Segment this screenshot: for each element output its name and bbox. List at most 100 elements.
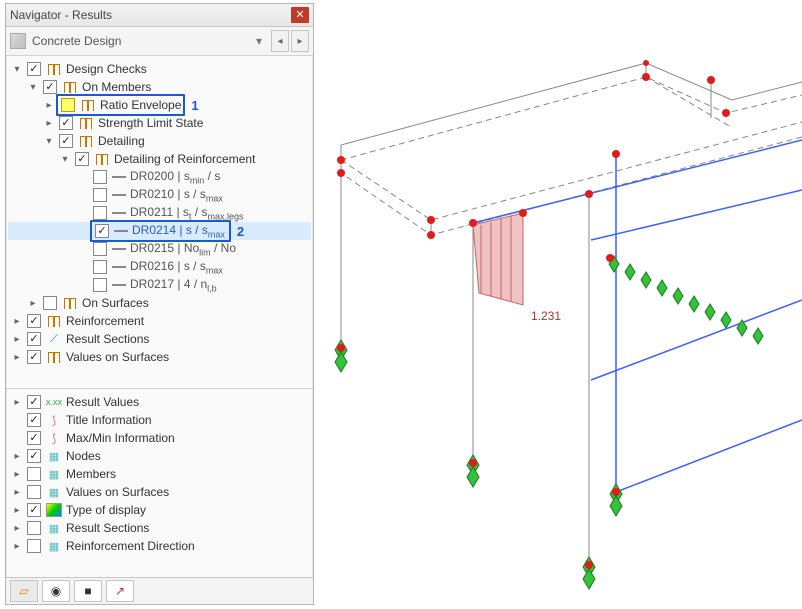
tree-node-design-checks[interactable]: ▾ Design Checks [8, 60, 311, 78]
tree-node-type-of-display[interactable]: ▸ Type of display [8, 501, 311, 519]
tree-node-dr0217[interactable]: DR0217 | 4 / nl,b [8, 276, 311, 294]
checkbox[interactable] [93, 260, 107, 274]
checkbox[interactable] [43, 80, 57, 94]
navigator-panel: Navigator - Results ✕ Concrete Design ▾ … [5, 3, 314, 605]
twisty-icon[interactable]: ▸ [42, 98, 56, 112]
tree-node-values-on-surfaces[interactable]: ▸ Values on Surfaces [8, 348, 311, 366]
frame-icon [78, 116, 94, 130]
arc-icon: ⟆ [46, 431, 62, 445]
checkbox[interactable] [27, 485, 41, 499]
tree-label: Nodes [64, 449, 101, 463]
twisty-icon[interactable]: ▸ [10, 314, 24, 328]
checkbox[interactable] [27, 521, 41, 535]
twisty-icon[interactable]: ▾ [58, 152, 72, 166]
checkbox[interactable] [59, 134, 73, 148]
close-button[interactable]: ✕ [291, 7, 309, 23]
checkbox[interactable] [27, 503, 41, 517]
model-viewport[interactable]: 1.231 [316, 0, 802, 609]
twisty-icon[interactable]: ▸ [10, 449, 24, 463]
checkbox[interactable] [27, 449, 41, 463]
result-value-label: 1.231 [531, 309, 561, 323]
frame-icon [46, 314, 62, 328]
tree-node-dr0216[interactable]: DR0216 | s / smax [8, 258, 311, 276]
frame-icon [46, 62, 62, 76]
tree-node-nodes[interactable]: ▸ ▦ Nodes [8, 447, 311, 465]
tree-node-on-surfaces[interactable]: ▸ On Surfaces [8, 294, 311, 312]
close-icon: ✕ [295, 10, 304, 21]
tree-node-result-sections2[interactable]: ▸ ▦ Result Sections [8, 519, 311, 537]
frame-icon [62, 296, 78, 310]
twisty-icon[interactable]: ▾ [42, 134, 56, 148]
twisty-icon[interactable]: ▾ [10, 62, 24, 76]
checkbox[interactable] [95, 224, 109, 238]
view-mode-button-3[interactable]: ■ [74, 580, 102, 602]
twisty-icon[interactable]: ▸ [10, 503, 24, 517]
next-design-button[interactable]: ▸ [291, 30, 309, 52]
tree-node-maxmin-information[interactable]: ⟆ Max/Min Information [8, 429, 311, 447]
tree-node-dr0210[interactable]: DR0210 | s / smax [8, 186, 311, 204]
tree-label: Strength Limit State [96, 116, 203, 130]
highlight-box-1: Ratio Envelope [56, 94, 185, 116]
twisty-icon[interactable]: ▸ [10, 332, 24, 346]
view-mode-button-2[interactable]: ◉ [42, 580, 70, 602]
view-mode-button-4[interactable]: ↗ [106, 580, 134, 602]
tree-node-title-information[interactable]: ⟆ Title Information [8, 411, 311, 429]
checkbox[interactable] [93, 170, 107, 184]
tree-node-ratio-envelope[interactable]: ▸ Ratio Envelope 1 [8, 96, 311, 114]
twisty-icon[interactable]: ▸ [42, 116, 56, 130]
checkbox[interactable] [27, 62, 41, 76]
frame-icon [94, 152, 110, 166]
checkbox[interactable] [75, 152, 89, 166]
checkbox[interactable] [61, 98, 75, 112]
twisty-icon[interactable]: ▸ [10, 395, 24, 409]
twisty-icon[interactable]: ▸ [10, 485, 24, 499]
checkbox[interactable] [27, 539, 41, 553]
checkbox[interactable] [27, 413, 41, 427]
tree-node-detailing-of-reinforcement[interactable]: ▾ Detailing of Reinforcement [8, 150, 311, 168]
twisty-icon[interactable]: ▸ [26, 296, 40, 310]
tree-node-dr0200[interactable]: DR0200 | smin / s [8, 168, 311, 186]
results-tree[interactable]: ▾ Design Checks ▾ On Members ▸ Ratio Env… [6, 56, 313, 388]
twisty-icon[interactable]: ▸ [10, 350, 24, 364]
chevron-down-icon[interactable]: ▾ [253, 34, 265, 48]
tree-label: Design Checks [64, 62, 147, 76]
checkbox[interactable] [27, 395, 41, 409]
checkbox[interactable] [43, 296, 57, 310]
tree-node-detailing[interactable]: ▾ Detailing [8, 132, 311, 150]
twisty-icon[interactable]: ▸ [10, 467, 24, 481]
prev-design-button[interactable]: ◂ [271, 30, 289, 52]
checkbox[interactable] [27, 332, 41, 346]
tree-node-values-on-surfaces2[interactable]: ▸ ▦ Values on Surfaces [8, 483, 311, 501]
checkbox[interactable] [93, 188, 107, 202]
line-icon [112, 266, 126, 268]
checkbox[interactable] [27, 431, 41, 445]
tree-node-result-sections[interactable]: ▸ ⟋ Result Sections [8, 330, 311, 348]
tree-node-result-values[interactable]: ▸ x.xx Result Values [8, 393, 311, 411]
tree-node-reinforcement[interactable]: ▸ Reinforcement [8, 312, 311, 330]
cube-icon [10, 33, 26, 49]
tree-node-dr0215[interactable]: DR0215 | Nolim / No [8, 240, 311, 258]
tree-node-dr0214[interactable]: DR0214 | s / smax 2 [8, 222, 311, 240]
grid-icon: ▦ [46, 449, 62, 463]
checkbox[interactable] [27, 314, 41, 328]
design-type-label: Concrete Design [32, 34, 249, 48]
tree-node-members[interactable]: ▸ ▦ Members [8, 465, 311, 483]
tree-node-reinforcement-direction[interactable]: ▸ ▦ Reinforcement Direction [8, 537, 311, 555]
checkbox[interactable] [59, 116, 73, 130]
view-mode-button-1[interactable]: ▱ [10, 580, 38, 602]
display-options-tree[interactable]: ▸ x.xx Result Values ⟆ Title Information… [6, 388, 313, 567]
twisty-icon[interactable]: ▾ [26, 80, 40, 94]
checkbox[interactable] [27, 467, 41, 481]
checkbox[interactable] [93, 242, 107, 256]
twisty-icon[interactable]: ▸ [10, 539, 24, 553]
tree-label: On Surfaces [80, 296, 149, 310]
tree-label: Ratio Envelope [98, 98, 181, 112]
checkbox[interactable] [93, 278, 107, 292]
design-type-selector[interactable]: Concrete Design ▾ ◂ ▸ [6, 27, 313, 56]
tree-node-strength-limit-state[interactable]: ▸ Strength Limit State [8, 114, 311, 132]
checkbox[interactable] [93, 206, 107, 220]
twisty-icon[interactable]: ▸ [10, 521, 24, 535]
tree-label: Members [64, 467, 116, 481]
checkbox[interactable] [27, 350, 41, 364]
callout-2: 2 [237, 224, 244, 239]
